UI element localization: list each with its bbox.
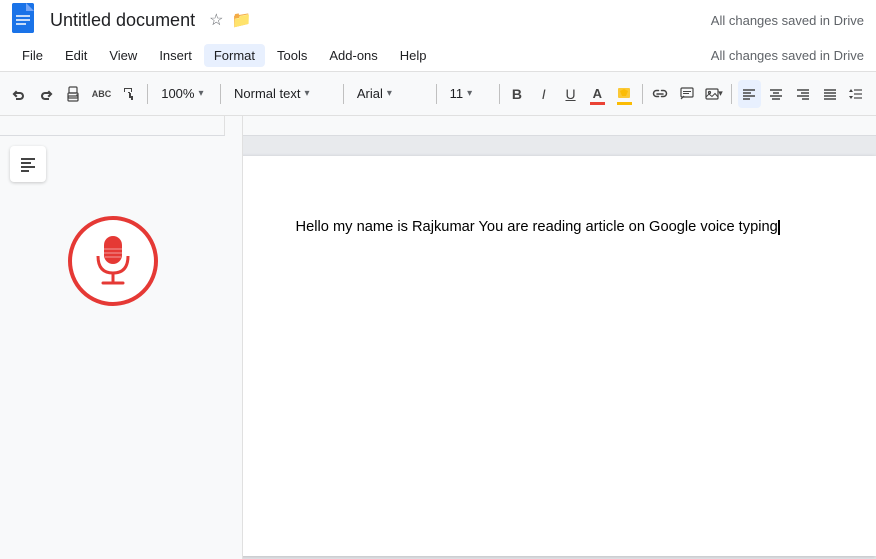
- style-select[interactable]: Normal text ▾: [227, 80, 337, 108]
- doc-title[interactable]: Untitled document: [50, 10, 195, 31]
- separator-2: [220, 84, 221, 104]
- bold-button[interactable]: B: [505, 80, 528, 108]
- sidebar: [0, 136, 225, 559]
- text-color-indicator: [590, 102, 605, 105]
- zoom-arrow: ▾: [198, 88, 203, 99]
- toolbar: ABC 100% ▾ Normal text ▾ Arial ▾ 11 ▾ B …: [0, 72, 876, 116]
- style-arrow: ▾: [305, 88, 310, 99]
- menu-tools[interactable]: Tools: [267, 44, 317, 67]
- spellcheck-button[interactable]: ABC: [88, 80, 114, 108]
- star-icon[interactable]: ☆: [209, 10, 223, 30]
- align-left-button[interactable]: [738, 80, 761, 108]
- size-value: 11: [450, 86, 464, 101]
- paint-format-button[interactable]: [119, 80, 142, 108]
- menu-view[interactable]: View: [99, 44, 147, 67]
- main-area: Hello my name is Rajkumar You are readin…: [0, 136, 876, 559]
- text-cursor: [778, 220, 780, 235]
- separator-1: [147, 84, 148, 104]
- font-value: Arial: [357, 86, 383, 101]
- text-color-button[interactable]: A: [586, 80, 609, 108]
- align-center-button[interactable]: [765, 80, 788, 108]
- align-right-button[interactable]: [791, 80, 814, 108]
- italic-button[interactable]: I: [532, 80, 555, 108]
- font-size-select[interactable]: 11 ▾: [443, 80, 493, 108]
- zoom-value: 100%: [161, 86, 194, 101]
- mic-container[interactable]: [68, 216, 158, 306]
- title-icons: ☆ 📁: [209, 10, 251, 30]
- print-button[interactable]: [62, 80, 85, 108]
- mic-button[interactable]: [68, 216, 158, 306]
- line-spacing-button[interactable]: [845, 80, 868, 108]
- font-select[interactable]: Arial ▾: [350, 80, 430, 108]
- document-content[interactable]: Hello my name is Rajkumar You are readin…: [296, 216, 806, 238]
- link-button[interactable]: [648, 80, 671, 108]
- folder-icon[interactable]: 📁: [231, 10, 251, 30]
- document-page[interactable]: Hello my name is Rajkumar You are readin…: [226, 156, 876, 556]
- underline-button[interactable]: U: [559, 80, 582, 108]
- doc-text: Hello my name is Rajkumar You are readin…: [296, 219, 778, 235]
- font-arrow: ▾: [387, 88, 392, 99]
- separator-6: [642, 84, 643, 104]
- menu-format[interactable]: Format: [204, 44, 265, 67]
- style-value: Normal text: [234, 86, 300, 101]
- comment-button[interactable]: [675, 80, 698, 108]
- undo-button[interactable]: [8, 80, 31, 108]
- menu-edit[interactable]: Edit: [55, 44, 97, 67]
- highlight-button[interactable]: [613, 80, 636, 108]
- doc-icon: [12, 3, 40, 37]
- doc-outline-button[interactable]: [10, 146, 46, 182]
- justify-button[interactable]: [818, 80, 841, 108]
- ruler: [0, 116, 876, 136]
- menu-file[interactable]: File: [12, 44, 53, 67]
- separator-3: [343, 84, 344, 104]
- title-bar: Untitled document ☆ 📁 All changes saved …: [0, 0, 876, 40]
- doc-area: Hello my name is Rajkumar You are readin…: [225, 136, 876, 559]
- menu-addons[interactable]: Add-ons: [319, 44, 387, 67]
- all-changes-status: All changes saved in Drive: [711, 48, 864, 63]
- separator-5: [499, 84, 500, 104]
- save-status: All changes saved in Drive: [711, 13, 864, 28]
- highlight-color-indicator: [617, 102, 632, 105]
- ruler-main: [225, 116, 876, 135]
- redo-button[interactable]: [35, 80, 58, 108]
- menu-help[interactable]: Help: [390, 44, 437, 67]
- zoom-select[interactable]: 100% ▾: [154, 80, 214, 108]
- size-arrow: ▾: [467, 88, 472, 99]
- insert-image-button[interactable]: ▾: [702, 80, 725, 108]
- menu-insert[interactable]: Insert: [149, 44, 202, 67]
- menu-bar: File Edit View Insert Format Tools Add-o…: [0, 40, 876, 72]
- separator-4: [436, 84, 437, 104]
- separator-7: [731, 84, 732, 104]
- ruler-left: [0, 116, 225, 135]
